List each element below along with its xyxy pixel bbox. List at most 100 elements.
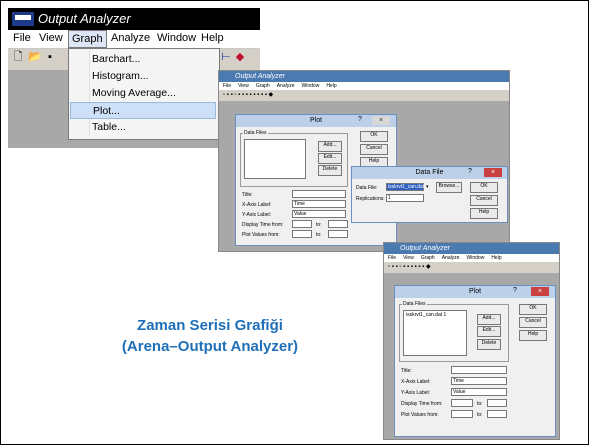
plot-values-label: Plot Values from:	[242, 232, 280, 238]
title-label: Title:	[401, 368, 412, 374]
display-time-from[interactable]	[292, 220, 312, 228]
help-icon[interactable]: ?	[468, 168, 472, 175]
toolbar-icons[interactable]: ▫ ▪ ▪ ▫ ▪ ▪ ▪ ▪ ▪ ▪ ◆	[388, 264, 431, 270]
help-icon[interactable]: ?	[358, 116, 362, 123]
close-icon[interactable]: ×	[484, 168, 502, 177]
list-item[interactable]: isskrvt1_can.dat 1	[406, 312, 446, 318]
menu-file[interactable]: File	[10, 32, 34, 44]
save-icon[interactable]: ▪	[44, 51, 56, 63]
ok-button[interactable]: OK	[519, 304, 547, 315]
yaxis-label: Y-Axis Label:	[401, 390, 430, 396]
browse-button[interactable]: Browse...	[436, 182, 462, 193]
cancel-button[interactable]: Cancel	[360, 144, 388, 155]
menu-help[interactable]: Help	[326, 83, 336, 89]
title-input[interactable]	[451, 366, 507, 374]
xaxis-input[interactable]: Time	[451, 377, 507, 385]
display-time-to[interactable]	[328, 220, 348, 228]
replications-combo[interactable]: 1	[386, 194, 424, 202]
help-button[interactable]: Help	[470, 208, 498, 219]
cancel-button[interactable]: Cancel	[470, 195, 498, 206]
title-input[interactable]	[292, 190, 346, 198]
menu-graph[interactable]: Graph	[256, 83, 270, 89]
menu-view[interactable]: View	[36, 32, 66, 44]
to-label: to:	[316, 222, 322, 228]
window-title: Output Analyzer	[219, 71, 509, 82]
menu-item-moving-average[interactable]: Moving Average...	[70, 85, 216, 102]
xaxis-label: X-Axis Label:	[401, 379, 431, 385]
plot-diamond-icon[interactable]: ◆	[234, 51, 246, 63]
group-label: Data Files	[402, 301, 427, 307]
plot-values-from[interactable]	[451, 410, 473, 418]
menu-view[interactable]: View	[238, 83, 249, 89]
data-files-list[interactable]: isskrvt1_can.dat 1	[403, 310, 467, 356]
yaxis-input[interactable]: Value	[292, 210, 346, 218]
menu-analyze[interactable]: Analyze	[108, 32, 153, 44]
menu-bar: File View Graph Analyze Window Help	[384, 254, 559, 262]
toolbar: ▫ ▪ ▪ ▫ ▪ ▪ ▪ ▪ ▪ ▪ ▪ ▪ ◆	[219, 90, 509, 100]
menu-graph[interactable]: Graph	[68, 30, 107, 48]
group-label: Data Files	[243, 130, 268, 136]
menu-graph[interactable]: Graph	[421, 255, 435, 261]
add-button[interactable]: Add...	[477, 314, 501, 325]
menu-file[interactable]: File	[388, 255, 396, 261]
cancel-button[interactable]: Cancel	[519, 317, 547, 328]
menu-analyze[interactable]: Analyze	[442, 255, 460, 261]
new-file-icon[interactable]: 🗋	[12, 51, 24, 63]
open-folder-icon[interactable]: 📂	[28, 51, 42, 63]
title-label: Title:	[242, 192, 253, 198]
title-bar: Output Analyzer	[8, 8, 260, 30]
delete-button[interactable]: Delete	[318, 165, 342, 176]
to-label: to:	[477, 412, 483, 418]
output-analyzer-window-3: Output Analyzer File View Graph Analyze Wind…	[383, 242, 560, 440]
close-icon[interactable]: ×	[372, 116, 390, 125]
window-title: Output Analyzer	[384, 243, 559, 254]
edit-button[interactable]: Edit...	[477, 326, 501, 337]
menu-help[interactable]: Help	[491, 255, 501, 261]
display-time-to[interactable]	[487, 399, 507, 407]
plot-values-to[interactable]	[487, 410, 507, 418]
menu-window[interactable]: Window	[467, 255, 485, 261]
yaxis-label: Y-Axis Label:	[242, 212, 271, 218]
display-time-from[interactable]	[451, 399, 473, 407]
delete-button[interactable]: Delete	[477, 339, 501, 350]
ok-button[interactable]: OK	[470, 182, 498, 193]
display-time-label: Display Time from:	[401, 401, 443, 407]
menu-analyze[interactable]: Analyze	[277, 83, 295, 89]
replications-label: Replications:	[356, 196, 385, 202]
edit-button[interactable]: Edit...	[318, 153, 342, 164]
toolbar-icons[interactable]: ▫ ▪ ▪ ▫ ▪ ▪ ▪ ▪ ▪ ▪ ▪ ▪ ◆	[223, 92, 273, 98]
chevron-down-icon[interactable]: ▾	[426, 184, 429, 190]
caption-line-1: Zaman Serisi Grafiği	[137, 317, 283, 334]
data-file-combo[interactable]: isskrvt1_can.dat	[386, 183, 424, 191]
plot-values-from[interactable]	[292, 230, 312, 238]
app-icon	[12, 12, 34, 26]
plot-arrow-icon[interactable]: ⊢	[220, 51, 232, 63]
menu-item-table[interactable]: Table...	[70, 119, 216, 136]
display-time-label: Display Time from:	[242, 222, 284, 228]
menu-window[interactable]: Window	[154, 32, 199, 44]
yaxis-input[interactable]: Value	[451, 388, 507, 396]
to-label: to:	[316, 232, 322, 238]
xaxis-input[interactable]: Time	[292, 200, 346, 208]
plot-dialog: Plot ? × Data Files isskrvt1_can.dat 1 O…	[394, 285, 556, 437]
to-label: to:	[477, 401, 483, 407]
help-icon[interactable]: ?	[513, 287, 517, 294]
ok-button[interactable]: OK	[360, 131, 388, 142]
menu-item-histogram[interactable]: Histogram...	[70, 68, 216, 85]
help-button[interactable]: Help	[519, 330, 547, 341]
plot-values-label: Plot Values from:	[401, 412, 439, 418]
data-files-list[interactable]	[244, 139, 306, 179]
add-button[interactable]: Add...	[318, 141, 342, 152]
menu-view[interactable]: View	[403, 255, 414, 261]
menu-item-plot[interactable]: Plot...	[70, 102, 216, 119]
menu-file[interactable]: File	[223, 83, 231, 89]
menu-window[interactable]: Window	[302, 83, 320, 89]
window-title: Output Analyzer	[38, 11, 131, 26]
data-file-dialog: Data File ? × Data File: isskrvt1_can.da…	[351, 166, 508, 223]
close-icon[interactable]: ×	[531, 287, 549, 296]
graph-dropdown-menu: Barchart... Histogram... Moving Average.…	[68, 48, 220, 140]
slide-caption: Zaman Serisi Grafiği (Arena–Output Analy…	[60, 315, 360, 357]
menu-help[interactable]: Help	[198, 32, 227, 44]
plot-values-to[interactable]	[328, 230, 348, 238]
menu-item-barchart[interactable]: Barchart...	[70, 51, 216, 68]
